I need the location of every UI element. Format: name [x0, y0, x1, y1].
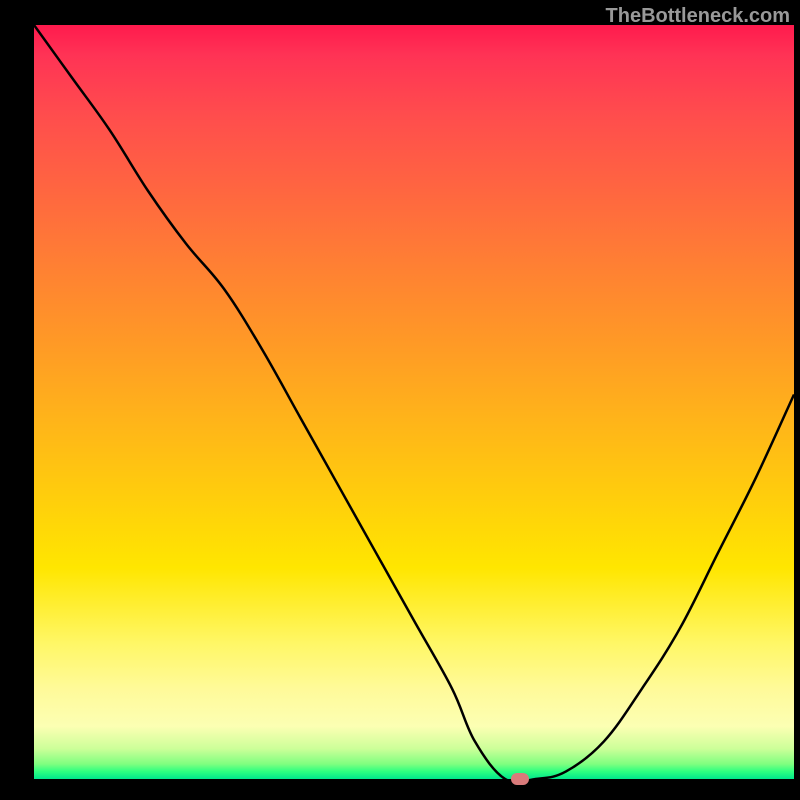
minimum-marker [511, 773, 529, 785]
chart-area [34, 25, 794, 779]
watermark-text: TheBottleneck.com [606, 5, 790, 28]
bottleneck-curve [34, 25, 794, 779]
